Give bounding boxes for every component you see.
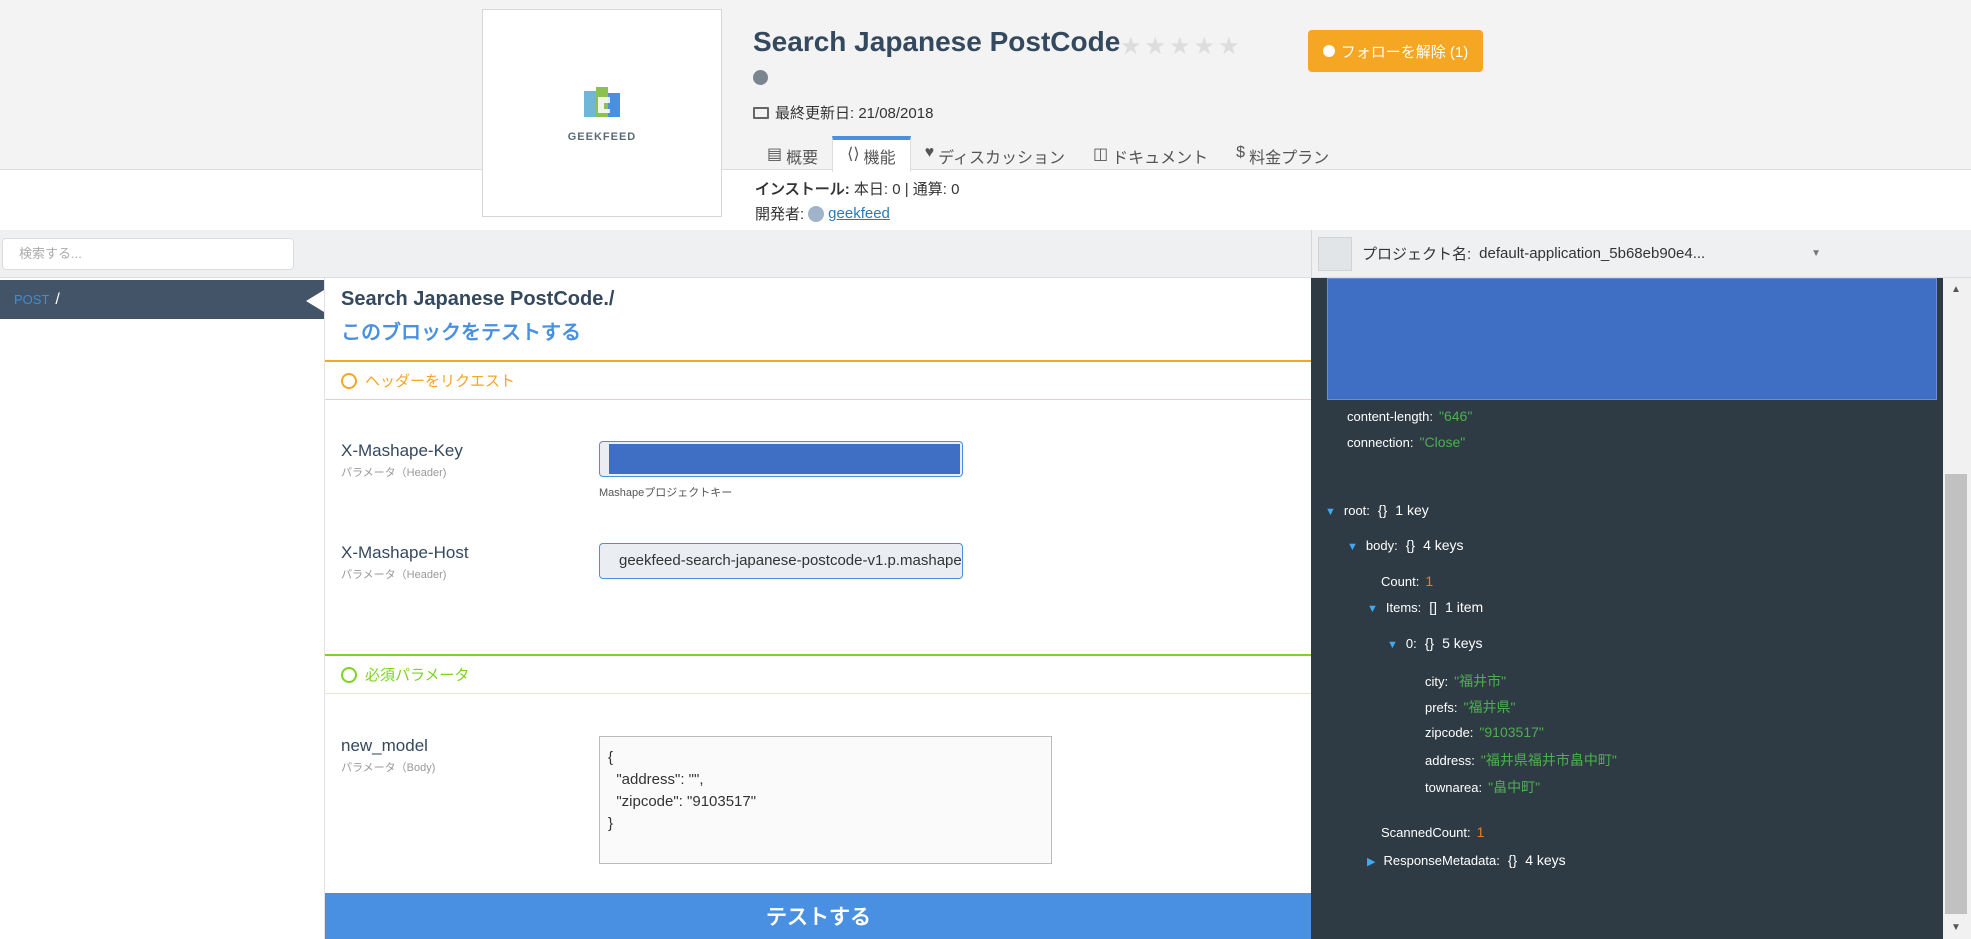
test-block-link[interactable]: このブロックをテストする bbox=[341, 316, 581, 345]
geekfeed-logo-icon bbox=[584, 87, 620, 117]
caret-down-icon: ▼ bbox=[1387, 639, 1398, 651]
caret-down-icon: ▼ bbox=[1325, 506, 1336, 518]
api-logo: GEEKFEED bbox=[482, 9, 722, 217]
json-field: ScannedCount: 1 bbox=[1381, 824, 1485, 840]
api-header: Search Japanese PostCode ★★★★★ フォローを解除 (… bbox=[0, 0, 1971, 172]
caret-down-icon: ▼ bbox=[1367, 603, 1378, 615]
book-icon: ◫ bbox=[1093, 146, 1109, 163]
param-name: new_model bbox=[341, 736, 428, 755]
json-node-items[interactable]: ▼ Items:[] 1 item bbox=[1367, 599, 1483, 615]
request-headers-title: ヘッダーをリクエスト bbox=[365, 373, 516, 390]
chevron-down-icon[interactable]: ▼ bbox=[1811, 248, 1821, 259]
endpoint-title: Search Japanese PostCode./ bbox=[341, 288, 615, 310]
param-type: パラメータ（Header) bbox=[341, 467, 447, 479]
project-value: default-application_5b68eb90e4... bbox=[1479, 245, 1706, 262]
search-input[interactable]: 検索する... bbox=[2, 238, 294, 270]
api-title: Search Japanese PostCode bbox=[753, 26, 1121, 57]
rating-stars[interactable]: ★★★★★ bbox=[1120, 32, 1243, 61]
heart-icon: ♥ bbox=[924, 144, 935, 161]
key-hint: Mashapeプロジェクトキー bbox=[599, 487, 733, 499]
param-name: X-Mashape-Key bbox=[341, 441, 463, 460]
param-name: X-Mashape-Host bbox=[341, 543, 469, 562]
monitor-icon bbox=[753, 106, 769, 119]
code-icon: ⟨⟩ bbox=[847, 146, 860, 163]
json-field: address: "福井県福井市畠中町" bbox=[1425, 752, 1617, 768]
unfollow-button-label: フォローを解除 (1) bbox=[1340, 43, 1469, 61]
param-type: パラメータ（Body) bbox=[341, 762, 436, 774]
dollar-icon: $ bbox=[1236, 144, 1246, 161]
last-updated-text: 最終更新日: 21/08/2018 bbox=[775, 105, 934, 122]
install-value: 本日: 0 | 通算: 0 bbox=[853, 181, 960, 198]
tab-pricing-label: 料金プラン bbox=[1249, 150, 1330, 167]
json-field: prefs: "福井県" bbox=[1425, 699, 1516, 715]
response-header: content-length: "646" bbox=[1347, 408, 1473, 424]
test-button[interactable]: テストする bbox=[325, 893, 1312, 939]
json-node-root[interactable]: ▼ root:{} 1 key bbox=[1325, 502, 1429, 518]
mashape-key-input[interactable] bbox=[599, 441, 963, 477]
response-header: connection: "Close" bbox=[1347, 434, 1466, 450]
tab-endpoints-label: 機能 bbox=[863, 150, 896, 167]
logo-text: GEEKFEED bbox=[567, 131, 637, 143]
required-params-title: 必須パラメータ bbox=[365, 667, 470, 684]
developer: 開発者: geekfeed bbox=[755, 203, 890, 224]
endpoint-sidebar: POST / bbox=[0, 278, 324, 939]
json-node-body[interactable]: ▼ body:{} 4 keys bbox=[1347, 537, 1464, 553]
sidebar-item-post[interactable]: POST / bbox=[0, 280, 324, 319]
overview-icon: ▤ bbox=[767, 146, 783, 163]
required-params-section: 必須パラメータ bbox=[325, 654, 1312, 694]
endpoint-toolbar: 検索する... bbox=[0, 230, 1311, 278]
tab-overview-label: 概要 bbox=[786, 150, 819, 167]
scroll-thumb[interactable] bbox=[1945, 474, 1967, 914]
json-node-item-0[interactable]: ▼ 0:{} 5 keys bbox=[1387, 635, 1483, 651]
project-label: プロジェクト名: bbox=[1362, 246, 1472, 263]
scroll-down-icon[interactable]: ▼ bbox=[1951, 922, 1961, 933]
install-count: インストール: 本日: 0 | 通算: 0 bbox=[755, 178, 959, 199]
tab-overview[interactable]: ▤ 概要 bbox=[753, 136, 832, 170]
header-section-icon bbox=[341, 372, 357, 389]
method-badge: POST bbox=[14, 292, 50, 307]
response-scrollbar[interactable]: ▲ ▼ bbox=[1943, 278, 1971, 939]
json-field: zipcode: "9103517" bbox=[1425, 724, 1544, 740]
developer-label: 開発者: bbox=[755, 206, 805, 223]
project-avatar bbox=[1318, 236, 1352, 271]
json-node-metadata[interactable]: ▶ ResponseMetadata:{} 4 keys bbox=[1367, 852, 1566, 868]
last-updated: 最終更新日: 21/08/2018 bbox=[753, 102, 933, 123]
follow-icon bbox=[1322, 45, 1335, 57]
globe-icon bbox=[753, 70, 768, 85]
json-field: city: "福井市" bbox=[1425, 673, 1507, 689]
caret-right-icon: ▶ bbox=[1367, 856, 1376, 868]
param-type: パラメータ（Header) bbox=[341, 569, 447, 581]
request-headers-section: ヘッダーをリクエスト bbox=[325, 360, 1312, 400]
gear-icon bbox=[341, 666, 357, 683]
active-indicator bbox=[306, 290, 324, 312]
json-field: townarea: "畠中町" bbox=[1425, 779, 1541, 795]
tab-discussion[interactable]: ♥ ディスカッション bbox=[911, 136, 1079, 170]
api-tabs: ▤ 概要 ⟨⟩ 機能 ♥ ディスカッション ◫ ドキュメント $ 料金プラン bbox=[753, 136, 1343, 172]
caret-down-icon: ▼ bbox=[1347, 541, 1358, 553]
redacted-response-headers bbox=[1327, 278, 1937, 400]
install-label: インストール: bbox=[755, 181, 850, 198]
tab-discussion-label: ディスカッション bbox=[938, 150, 1066, 167]
endpoint-path: / bbox=[55, 290, 60, 308]
developer-link[interactable]: geekfeed bbox=[828, 205, 890, 222]
body-textarea[interactable]: { "address": "", "zipcode": "9103517" } bbox=[599, 736, 1052, 864]
scroll-up-icon[interactable]: ▲ bbox=[1951, 284, 1961, 295]
project-selector[interactable]: プロジェクト名: default-application_5b68eb90e4.… bbox=[1311, 230, 1971, 278]
endpoint-panel: Search Japanese PostCode./ このブロックをテストする … bbox=[324, 278, 1312, 939]
unfollow-button[interactable]: フォローを解除 (1) bbox=[1308, 30, 1483, 72]
tab-docs[interactable]: ◫ ドキュメント bbox=[1079, 136, 1222, 170]
tab-endpoints[interactable]: ⟨⟩ 機能 bbox=[832, 136, 911, 172]
response-panel: content-length: "646" connection: "Close" … bbox=[1311, 278, 1943, 939]
tab-pricing[interactable]: $ 料金プラン bbox=[1222, 136, 1343, 170]
avatar bbox=[808, 205, 825, 222]
redacted-key bbox=[609, 444, 960, 474]
json-field: Count: 1 bbox=[1381, 573, 1434, 589]
tab-docs-label: ドキュメント bbox=[1112, 150, 1209, 167]
mashape-host-input[interactable]: geekfeed-search-japanese-postcode-v1.p.m… bbox=[599, 543, 963, 579]
